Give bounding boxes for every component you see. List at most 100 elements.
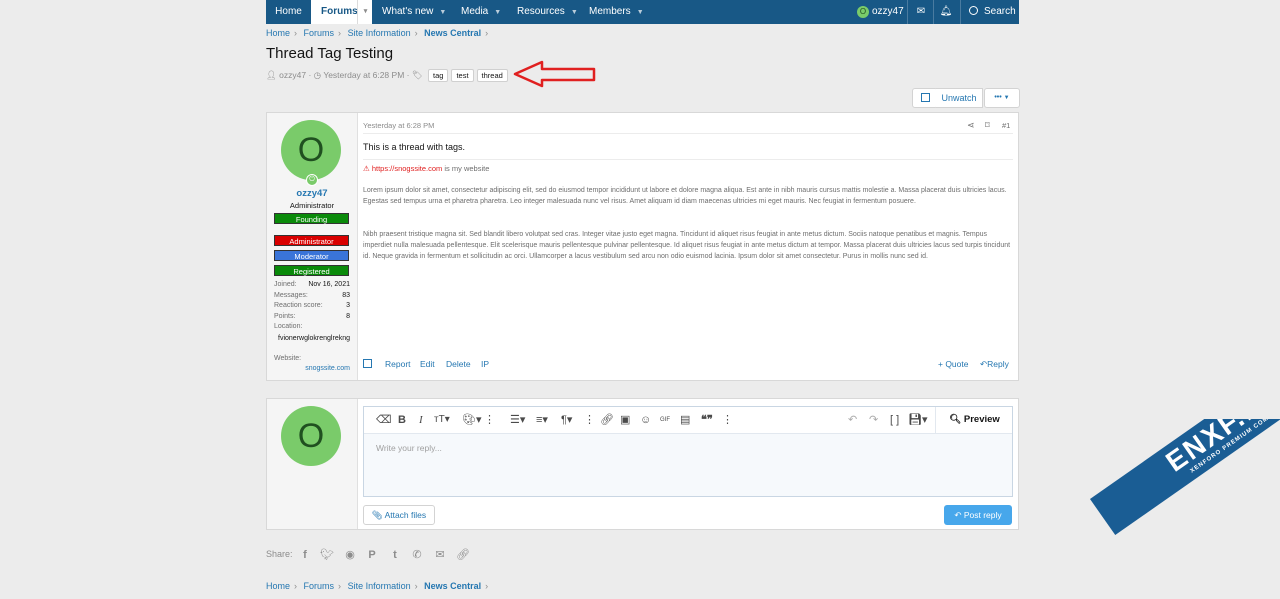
twitter-icon[interactable]: 🐦︎ [320,548,334,562]
quote-icon[interactable]: ❝❞ [701,413,713,427]
whatsapp-icon[interactable]: ✆ [410,548,424,562]
user-banner-founding: Founding [274,213,349,224]
report-button[interactable]: Report [385,359,411,369]
stat-value[interactable]: 8 [346,312,350,322]
reply-input[interactable]: Write your reply... [376,443,442,453]
chevron-down-icon[interactable]: ▼ [439,9,446,16]
breadcrumb-forums[interactable]: Forums [304,28,335,38]
attach-files-button[interactable]: 📎︎ Attach files [363,505,435,525]
tags-icon: 🏷︎ [411,70,423,80]
stat-location-value[interactable]: fvionerwglokrenglrekng [274,334,350,344]
drafts-icon[interactable]: 💾︎▾ [908,413,928,427]
nav-search[interactable]: Search [969,0,1016,24]
reply-button[interactable]: ↶Reply [980,359,1009,370]
watermark-band: ENXF.NETXENFORO PREMIUM COMMUNITY [1090,419,1280,536]
nav-user-account[interactable]: O ozzy47 [849,0,907,24]
ip-button[interactable]: IP [481,359,489,369]
quote-button[interactable]: + Quote [938,359,968,369]
stat-value[interactable]: 83 [342,291,350,301]
bookmark-icon[interactable]: ⌑ [985,120,990,131]
breadcrumb-site-information[interactable]: Site Information [348,28,411,38]
paragraph-icon[interactable]: ¶▾ [561,413,572,427]
breadcrumb-news-central[interactable]: News Central [424,28,481,38]
signature-text: is my website [444,164,490,173]
smiley-icon[interactable]: ☺ [640,413,651,427]
align-icon[interactable]: ≡▾ [536,413,548,427]
chevron-down-icon[interactable]: ▾ [357,0,373,24]
avatar[interactable]: O [281,120,341,180]
redo-icon[interactable]: ↷ [869,413,878,427]
link-icon[interactable]: 🔗︎ [456,548,470,562]
post-reply-button[interactable]: ↶ Post reply [944,505,1012,525]
unwatch-button[interactable]: Unwatch [936,88,983,108]
chevron-down-icon[interactable]: ▼ [637,9,644,16]
preview-button[interactable]: 🔍︎ Preview [935,407,1013,433]
tag-link[interactable]: tag [428,69,449,82]
page-title: Thread Tag Testing [266,45,394,62]
bold-icon[interactable]: B [398,413,406,427]
nav-whats-new-label: What's new [382,6,434,17]
font-size-icon[interactable]: тT▾ [434,413,450,427]
stat-website-value[interactable]: snogssite.com [274,365,350,372]
more-options-button[interactable]: ••• ▼ [984,88,1020,108]
stat-reaction-score: Reaction score: 3 [274,301,350,311]
nav-resources[interactable]: Resources ▼ [517,0,578,24]
image-icon[interactable]: ▣ [620,413,630,427]
more-vertical-icon[interactable]: ⋮ [722,413,733,427]
nav-forums[interactable]: Forums ▾ [311,0,372,24]
stat-label: Reaction score: [274,302,323,309]
paperclip-icon: 📎︎ [371,510,383,520]
more-vertical-icon[interactable]: ⋮ [484,413,495,427]
chevron-down-icon[interactable]: ▼ [571,9,578,16]
stat-value: Nov 16, 2021 [308,281,350,288]
breadcrumb-site-information[interactable]: Site Information [348,581,411,591]
delete-button[interactable]: Delete [446,359,471,369]
username[interactable]: ozzy47 [267,188,357,199]
facebook-icon[interactable]: f [298,548,312,562]
gif-icon[interactable]: GIF [660,413,670,427]
bbcode-toggle-icon[interactable]: [ ] [890,413,899,427]
media-icon[interactable]: ▤ [680,413,690,427]
more-vertical-icon[interactable]: ⋮ [584,413,595,427]
undo-icon[interactable]: ↶ [848,413,857,427]
share-icon[interactable]: ⋖ [967,120,975,131]
breadcrumb-home[interactable]: Home [266,581,290,591]
thread-date[interactable]: Yesterday at 6:28 PM [323,70,404,80]
edit-button[interactable]: Edit [420,359,435,369]
nav-whats-new[interactable]: What's new ▼ [382,0,446,24]
italic-icon[interactable]: I [419,413,423,427]
breadcrumb-forums[interactable]: Forums [304,581,335,591]
post-number[interactable]: #1 [1002,121,1010,130]
reddit-icon[interactable]: ◉ [343,548,357,562]
list-icon[interactable]: ☰▾ [510,413,525,427]
envelope-icon[interactable]: ✉ [913,0,929,24]
attach-files-label: Attach files [384,510,427,520]
nav-members[interactable]: Members ▼ [589,0,644,24]
bell-icon[interactable]: 🔔︎ [938,0,954,24]
stat-value: 3 [346,302,350,309]
thread-author[interactable]: ozzy47 [279,70,306,80]
stat-label: Website: [274,355,302,362]
tag-link[interactable]: thread [476,69,508,82]
post-date[interactable]: Yesterday at 6:28 PM [363,121,434,130]
nav-media[interactable]: Media ▼ [461,0,501,24]
breadcrumb-news-central[interactable]: News Central [424,581,481,591]
multi-select-checkbox[interactable] [363,359,372,370]
chevron-right-icon: › [338,28,342,38]
nav-home[interactable]: Home [266,0,311,24]
nav-members-label: Members [589,6,631,17]
palette-icon[interactable]: 🎨︎▾ [462,413,482,427]
breadcrumb-home[interactable]: Home [266,28,290,38]
tag-link[interactable]: test [451,69,474,82]
chevron-down-icon[interactable]: ▼ [494,9,501,16]
post-paragraph: Nibh praesent tristique magna sit. Sed b… [363,231,1011,260]
link-icon[interactable]: 🔗︎ [600,413,614,427]
pinterest-icon[interactable]: P [365,548,379,562]
signature-link[interactable]: https://snogssite.com [372,164,442,173]
tumblr-icon[interactable]: t [388,548,402,562]
eraser-icon[interactable]: ⌫ [376,413,392,427]
signature-divider [363,159,1013,160]
select-checkbox-button[interactable] [912,88,938,108]
email-icon[interactable]: ✉ [433,548,447,562]
stat-label: Points: [274,313,296,320]
